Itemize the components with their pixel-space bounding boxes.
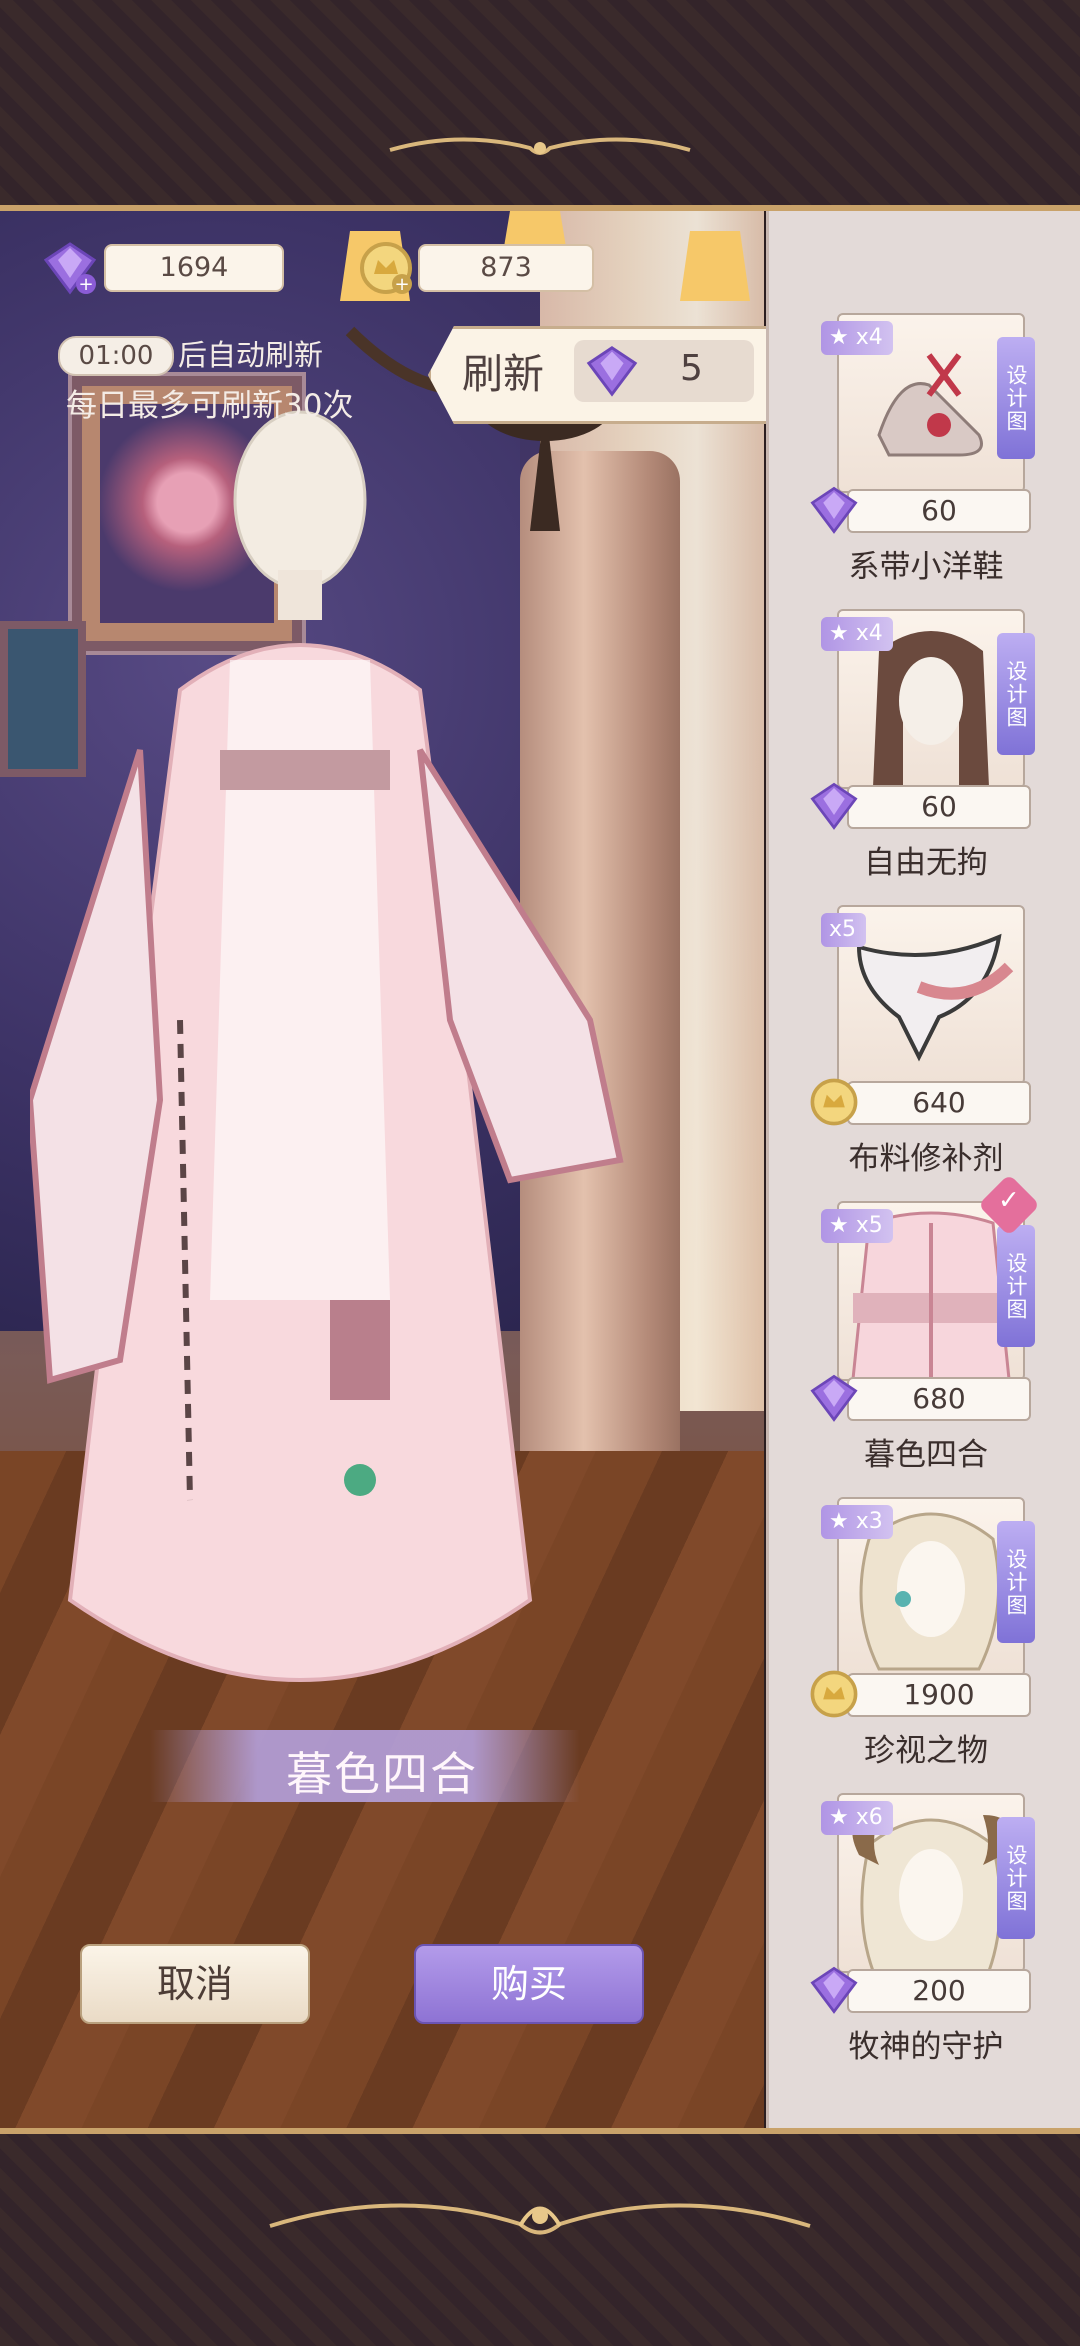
cancel-button[interactable]: 取消 (80, 1944, 310, 2024)
diamond-icon (810, 1966, 858, 2014)
shop-item-list[interactable]: ★ x4 设计图 60 系带小洋鞋 ★ x4 设计图 60 自由无拘 x5 64… (766, 211, 1080, 2128)
item-count-badge: x5 (821, 913, 867, 947)
item-count-badge: ★ x4 (821, 617, 893, 651)
design-tag: 设计图 (997, 337, 1035, 459)
diamond-balance: 1694 (104, 244, 284, 292)
refresh-label: 刷新 (462, 350, 544, 398)
bottom-ornament-icon (0, 2186, 1080, 2260)
item-name: 牧神的守护 (848, 2029, 1004, 2065)
refresh-timer: 01:00 (58, 336, 174, 376)
diamond-icon (810, 1374, 858, 1422)
item-count-badge: ★ x6 (821, 1801, 893, 1835)
item-name: 布料修补剂 (848, 1141, 1004, 1177)
item-price: 60 (847, 785, 1031, 829)
shop-item[interactable]: ★ x5 设计图 ✓ 680 暮色四合 (769, 1173, 1080, 1497)
item-price: 1900 (847, 1673, 1031, 1717)
item-count-badge: ★ x4 (821, 321, 893, 355)
shop-item[interactable]: ★ x3 设计图 1900 珍视之物 (769, 1497, 1080, 1793)
refresh-cost: 5 (680, 348, 703, 389)
outfit-name: 暮色四合 (286, 1747, 478, 1801)
item-price: 60 (847, 489, 1031, 533)
top-frame (0, 0, 1080, 211)
shop-item[interactable]: ★ x4 设计图 60 自由无拘 (769, 609, 1080, 905)
coin-balance: 873 (418, 244, 594, 292)
svg-text:+: + (394, 274, 409, 295)
design-tag: 设计图 (997, 1225, 1035, 1347)
diamond-icon (810, 486, 858, 534)
bottom-frame (0, 2128, 1080, 2346)
item-count-badge: ★ x3 (821, 1505, 893, 1539)
coin-add-icon[interactable]: + (356, 238, 416, 298)
coin-icon (810, 1670, 858, 1718)
item-price: 200 (847, 1969, 1031, 2013)
item-price: 680 (847, 1377, 1031, 1421)
item-name: 暮色四合 (864, 1437, 988, 1473)
item-name: 系带小洋鞋 (848, 549, 1004, 585)
diamond-add-icon[interactable]: + (40, 238, 100, 298)
shop-item[interactable]: ★ x6 设计图 200 牧神的守护 (769, 1793, 1080, 2089)
shop-item[interactable]: ★ x4 设计图 60 系带小洋鞋 (769, 313, 1080, 609)
design-tag: 设计图 (997, 1521, 1035, 1643)
item-price: 640 (847, 1081, 1031, 1125)
design-tag: 设计图 (997, 1817, 1035, 1939)
top-ornament-icon (0, 128, 1080, 172)
item-count-badge: ★ x5 (821, 1209, 893, 1243)
diamond-icon (810, 782, 858, 830)
item-name: 珍视之物 (864, 1733, 988, 1769)
shop-item[interactable]: x5 640 布料修补剂 (769, 905, 1080, 1201)
coin-icon (810, 1078, 858, 1126)
timer-suffix: 后自动刷新 (178, 338, 324, 372)
item-name: 自由无拘 (864, 845, 988, 881)
daily-refresh-limit: 每日最多可刷新30次 (66, 388, 354, 424)
buy-button[interactable]: 购买 (414, 1944, 644, 2024)
diamond-icon (586, 346, 638, 397)
svg-text:+: + (78, 274, 93, 295)
outfit-mannequin (30, 410, 624, 1682)
design-tag: 设计图 (997, 633, 1035, 755)
